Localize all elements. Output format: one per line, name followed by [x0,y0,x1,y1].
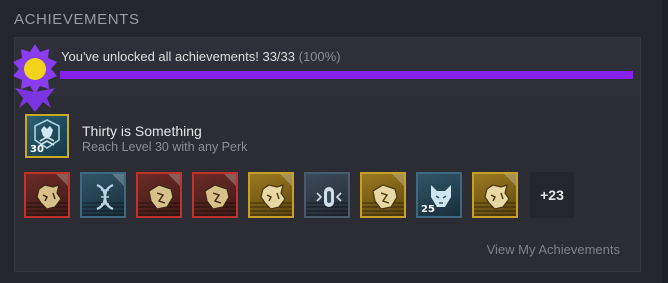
scrollbar-edge [662,0,668,283]
achievement-icon[interactable] [80,172,126,218]
achievement-icon[interactable] [24,172,70,218]
achievement-badge-number: 25 [421,204,435,215]
section-title: ACHIEVEMENTS [14,11,140,28]
beast-head-icon [260,184,286,210]
unlock-message: You've unlocked all achievements! 33/33 … [61,49,341,64]
achievement-icon[interactable] [192,172,238,218]
achievement-icon[interactable] [136,172,182,218]
achievements-panel: You've unlocked all achievements! 33/33 … [13,37,641,272]
beast-head-icon [484,184,510,210]
beast-head-icon [148,184,174,210]
all-unlocked-banner: You've unlocked all achievements! 33/33 … [15,38,640,96]
unlock-percent: (100%) [298,49,341,64]
more-achievements-button[interactable]: +23 [530,172,574,218]
progress-bar [60,71,633,79]
beast-head-icon [372,184,398,210]
progress-fill [60,71,633,79]
featured-achievement-icon[interactable]: 30 [25,114,69,158]
featured-achievement-description: Reach Level 30 with any Perk [82,140,248,154]
view-my-achievements-link[interactable]: View My Achievements [487,242,620,257]
dna-helix-icon [96,183,114,211]
capsule-icon [316,187,342,207]
achievement-icon[interactable]: 25 [416,172,462,218]
achievement-icon[interactable] [248,172,294,218]
beast-head-icon [204,184,230,210]
featured-achievement-title: Thirty is Something [82,123,202,139]
achievement-icon[interactable] [472,172,518,218]
achievement-icon[interactable] [360,172,406,218]
featured-badge-number: 30 [30,144,44,155]
beast-head-icon [36,184,62,210]
achievement-icon-row: 25 +23 [24,172,624,220]
achievement-icon[interactable] [304,172,350,218]
medal-icon [13,44,57,112]
unlock-count-text: You've unlocked all achievements! 33/33 [61,49,295,64]
